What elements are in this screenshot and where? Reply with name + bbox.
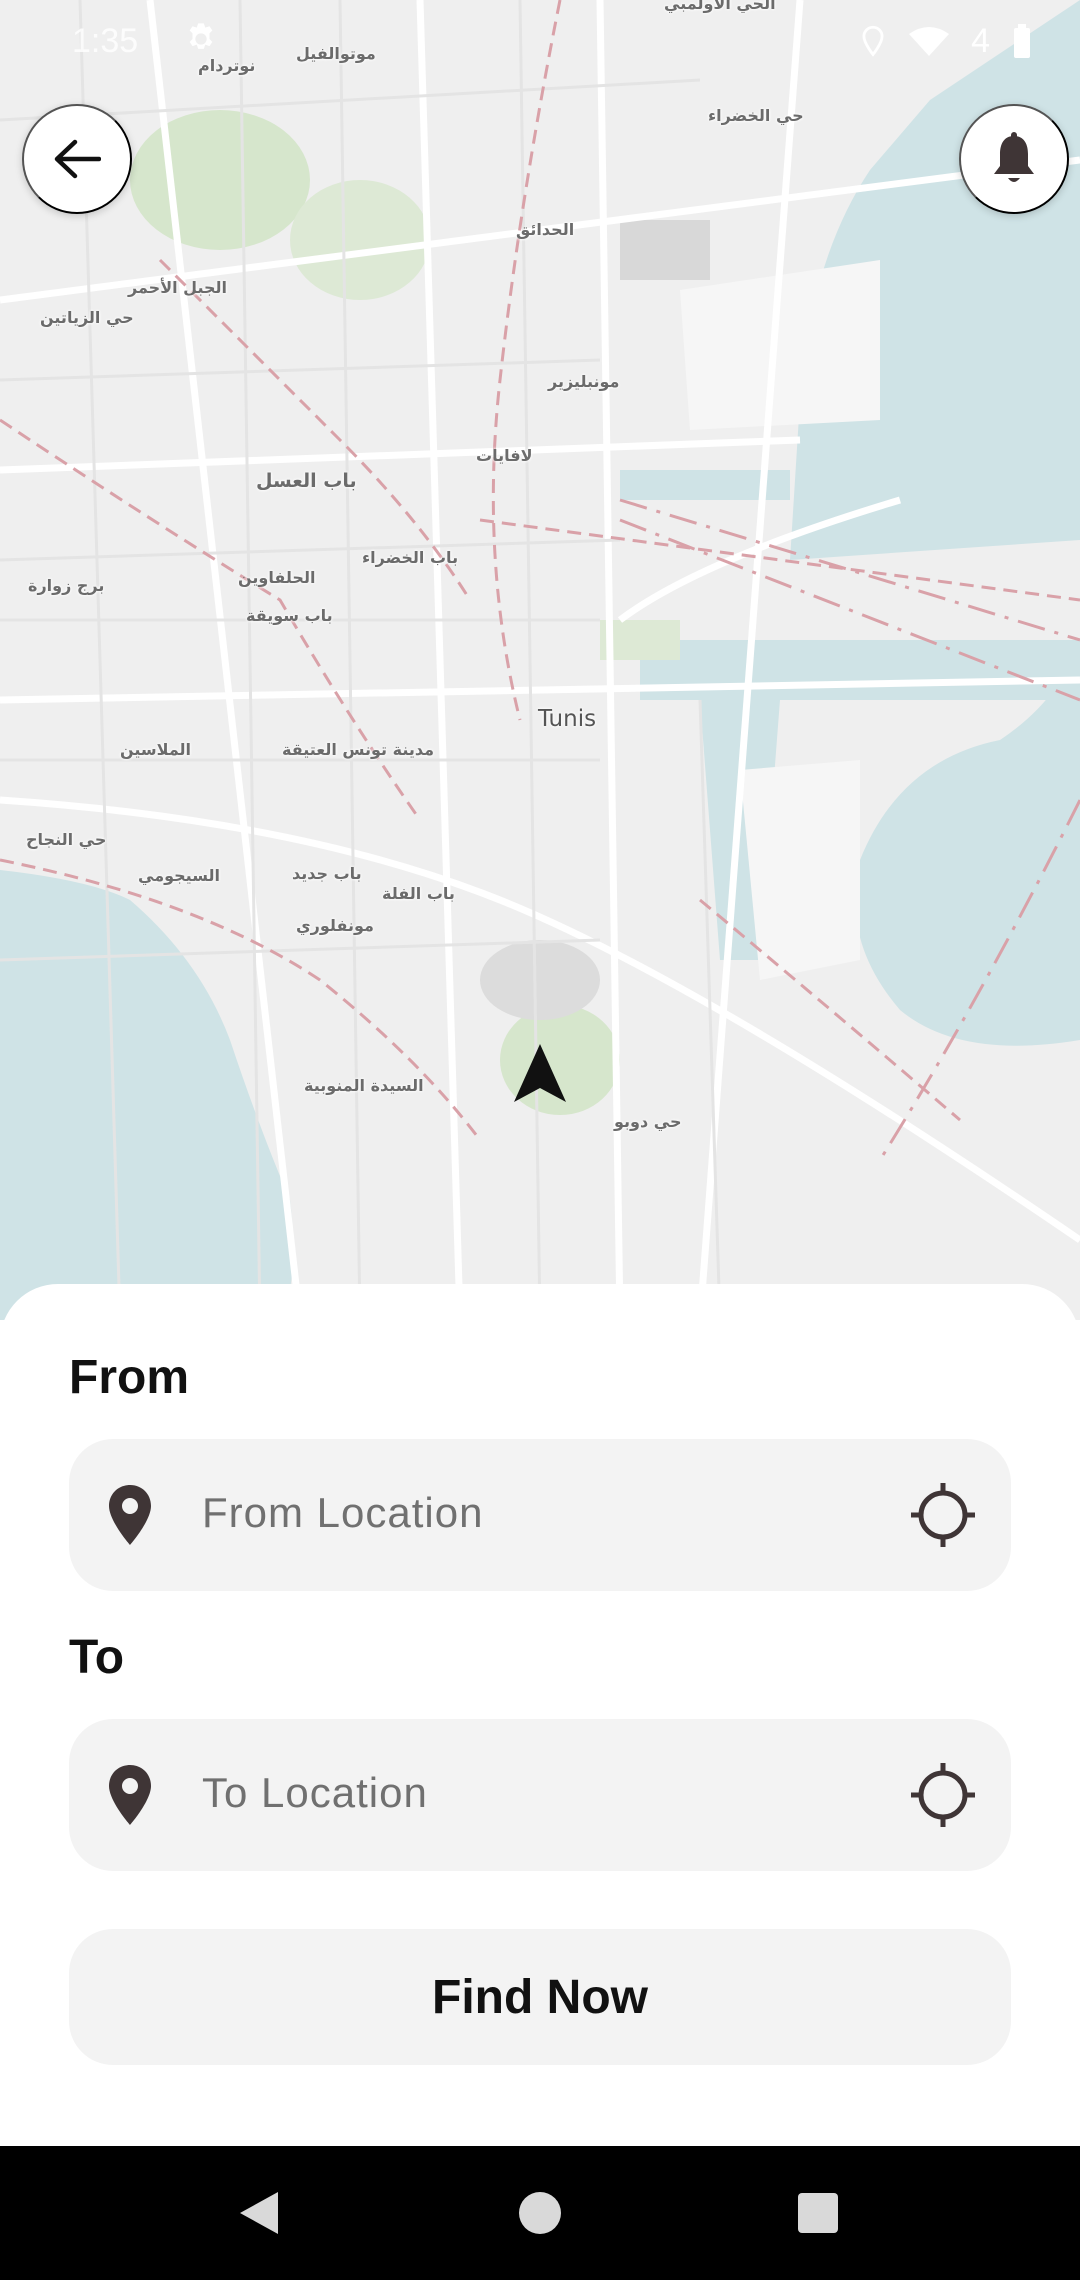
back-button[interactable] <box>22 104 132 214</box>
notifications-button[interactable] <box>959 104 1069 214</box>
map-canvas[interactable] <box>0 0 1080 1320</box>
to-label: To <box>69 1631 125 1684</box>
map-label: حي النجاح <box>26 830 107 849</box>
signal-text: 4 <box>971 22 990 60</box>
route-sheet: From From Location To To Location Find N… <box>0 1284 1080 2146</box>
find-now-button[interactable]: Find Now <box>69 1929 1011 2065</box>
from-location-placeholder[interactable]: From Location <box>202 1489 483 1537</box>
map-label: باب الخضراء <box>362 548 459 567</box>
location-status-icon <box>862 25 884 57</box>
location-pin-icon <box>109 1765 151 1825</box>
map-label: الحلفاوين <box>238 568 316 587</box>
map-label: باب العسل <box>256 470 357 492</box>
kasbah-area <box>480 940 600 1020</box>
map-label: مدينة تونس العتيقة <box>282 740 434 759</box>
map-view[interactable]: نوتردام موتوالفيل الحي الأولمبي حي الخضر… <box>0 0 1080 1320</box>
navigation-arrow-icon <box>514 1044 566 1102</box>
bell-icon <box>994 132 1034 182</box>
park-2 <box>290 180 430 300</box>
map-label: باب سويقة <box>246 606 333 625</box>
map-label: مونفلوري <box>296 916 374 935</box>
arrow-left-icon <box>54 139 101 179</box>
from-label: From <box>69 1351 189 1404</box>
home-circle-icon[interactable] <box>517 2190 563 2236</box>
park-belvedere <box>130 110 310 250</box>
map-label: حي الزياتين <box>40 308 134 327</box>
map-label: حي الخضراء <box>708 106 804 125</box>
recents-square-icon[interactable] <box>797 2192 839 2234</box>
map-label: لافايات <box>476 446 533 465</box>
system-nav-bar <box>0 2146 1080 2280</box>
map-label: باب الفلة <box>382 884 455 903</box>
map-city-label: Tunis <box>538 706 597 732</box>
crosshair-icon[interactable] <box>911 1763 975 1827</box>
map-label: باب جديد <box>292 864 362 883</box>
battery-icon <box>1014 23 1030 58</box>
to-location-field[interactable]: To Location <box>69 1719 1011 1871</box>
gear-icon <box>189 23 213 49</box>
location-pin-icon <box>109 1485 151 1545</box>
wifi-icon <box>909 26 950 56</box>
map-label: الحدائق <box>516 220 575 239</box>
map-label: الجبل الأحمر <box>128 278 228 297</box>
map-label: السيدة المنوبية <box>304 1076 424 1095</box>
map-label: الملاسين <box>120 740 192 759</box>
status-icons: 4 <box>859 22 1032 61</box>
map-label: برج زوارة <box>28 576 105 595</box>
status-time: 1:35 <box>72 22 139 60</box>
map-label: مونبليزير <box>548 372 620 391</box>
block-gray <box>620 220 710 280</box>
screen: نوتردام موتوالفيل الحي الأولمبي حي الخضر… <box>0 0 1080 2280</box>
back-triangle-icon[interactable] <box>236 2190 282 2236</box>
map-label: حي دوبو <box>614 1112 682 1131</box>
status-bar: 1:35 4 <box>0 0 1080 84</box>
crosshair-icon[interactable] <box>911 1483 975 1547</box>
from-location-field[interactable]: From Location <box>69 1439 1011 1591</box>
map-label: السيجومي <box>138 866 220 885</box>
to-location-placeholder[interactable]: To Location <box>202 1769 428 1817</box>
